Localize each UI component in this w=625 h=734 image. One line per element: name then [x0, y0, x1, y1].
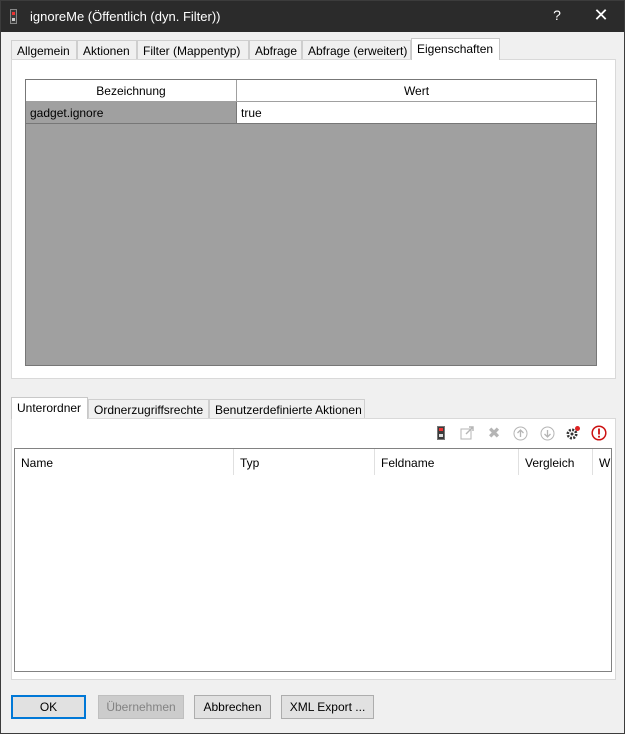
warning-icon[interactable]	[591, 425, 607, 441]
edit-icon[interactable]	[459, 425, 475, 441]
cancel-button[interactable]: Abbrechen	[194, 695, 271, 719]
move-down-icon[interactable]	[539, 425, 555, 441]
xml-export-button[interactable]: XML Export ...	[281, 695, 374, 719]
column-header-wert[interactable]: Wert	[237, 80, 596, 102]
tab-filter-mappentyp[interactable]: Filter (Mappentyp)	[137, 40, 249, 60]
tab-abfrage-erweitert[interactable]: Abfrage (erweitert)	[302, 40, 411, 60]
property-value-cell[interactable]: true	[237, 102, 596, 124]
ok-button[interactable]: OK	[11, 695, 86, 719]
tab-unterordner[interactable]: Unterordner	[11, 397, 88, 419]
tab-allgemein[interactable]: Allgemein	[11, 40, 77, 60]
properties-table[interactable]: Bezeichnung Wert gadget.ignore true	[25, 79, 597, 366]
subfolder-grid[interactable]: Name Typ Feldname Vergleich W	[14, 448, 612, 672]
tab-aktionen[interactable]: Aktionen	[77, 40, 137, 60]
tab-abfrage[interactable]: Abfrage	[249, 40, 302, 60]
column-header-feldname[interactable]: Feldname	[375, 449, 519, 475]
dialog-window: ignoreMe (Öffentlich (dyn. Filter)) ? ✕ …	[0, 0, 625, 734]
column-header-w[interactable]: W	[593, 449, 611, 475]
settings-icon[interactable]	[565, 425, 581, 441]
move-up-icon[interactable]	[512, 425, 528, 441]
property-name-cell[interactable]: gadget.ignore	[26, 102, 237, 124]
filter-icon[interactable]	[433, 425, 449, 441]
column-header-typ[interactable]: Typ	[234, 449, 375, 475]
close-button[interactable]: ✕	[591, 5, 611, 26]
tab-ordnerzugriffsrechte[interactable]: Ordnerzugriffsrechte	[88, 399, 209, 419]
delete-icon[interactable]: ✖	[486, 425, 502, 442]
apply-button[interactable]: Übernehmen	[98, 695, 184, 719]
app-icon	[10, 9, 17, 24]
title-bar: ignoreMe (Öffentlich (dyn. Filter)) ? ✕	[1, 1, 624, 32]
window-title: ignoreMe (Öffentlich (dyn. Filter))	[30, 9, 221, 24]
column-header-name[interactable]: Name	[15, 449, 234, 475]
tab-eigenschaften[interactable]: Eigenschaften	[411, 38, 500, 60]
help-button[interactable]: ?	[550, 7, 564, 23]
column-header-vergleich[interactable]: Vergleich	[519, 449, 593, 475]
tab-benutzerdefinierte-aktionen[interactable]: Benutzerdefinierte Aktionen	[209, 399, 365, 419]
column-header-bezeichnung[interactable]: Bezeichnung	[26, 80, 237, 102]
